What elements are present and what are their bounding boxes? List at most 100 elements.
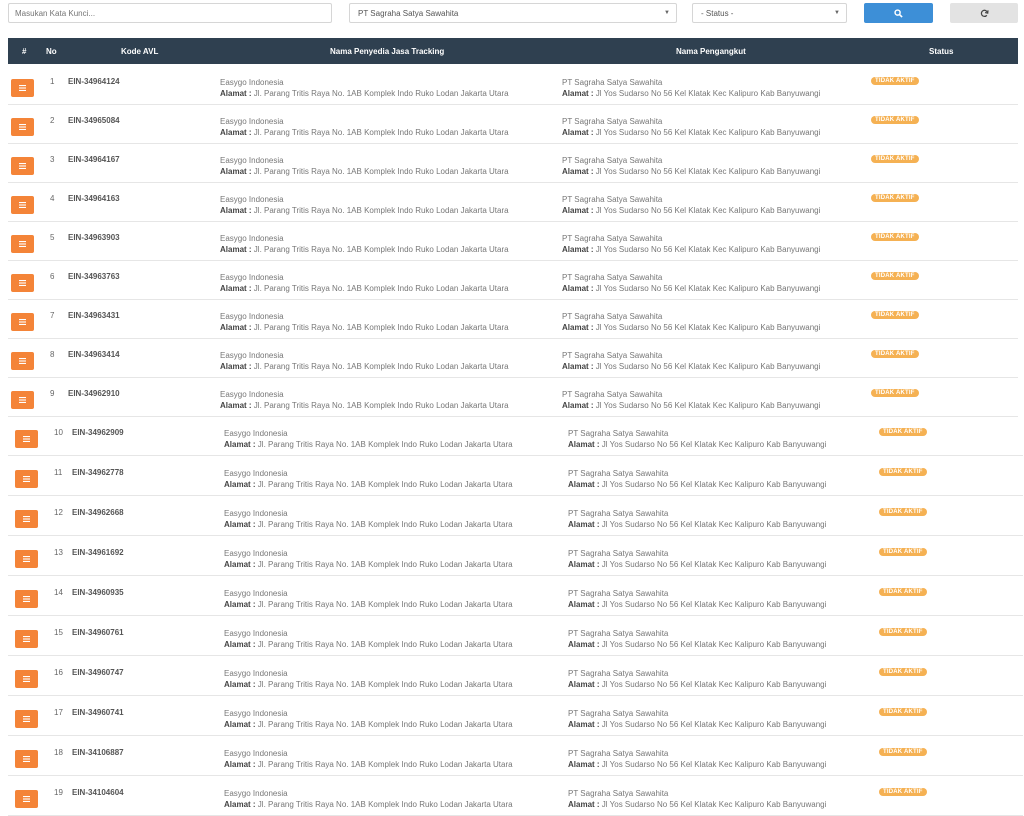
- status-badge: TIDAK AKTIF: [879, 468, 927, 476]
- row-menu-button[interactable]: [11, 274, 34, 292]
- row-menu-button[interactable]: [11, 196, 34, 214]
- table-row: 8 EIN-34963414 Easygo Indonesia Alamat : Jl…: [8, 339, 1018, 378]
- pengangkut-address: Alamat : Jl Yos Sudarso No 56 Kel Klatak…: [568, 520, 827, 529]
- table-row: 18 EIN-34106887 Easygo Indonesia Alamat : J…: [8, 737, 1023, 776]
- row-pengangkut: PT Sagraha Satya Sawahita Alamat : Jl Yos…: [568, 588, 826, 610]
- alamat-label: Alamat :: [220, 245, 252, 254]
- status-badge: TIDAK AKTIF: [871, 311, 919, 319]
- pengangkut-address: Alamat : Jl Yos Sudarso No 56 Kel Klatak…: [562, 89, 821, 98]
- row-pengangkut: PT Sagraha Satya Sawahita Alamat : Jl Yos…: [562, 194, 820, 216]
- alamat-label: Alamat :: [224, 760, 256, 769]
- penyedia-address: Alamat : Jl. Parang Tritis Raya No. 1AB …: [224, 480, 513, 489]
- table-row: 1 EIN-34964124 Easygo Indonesia Alamat : Jl…: [8, 66, 1018, 105]
- penyedia-name: Easygo Indonesia: [224, 669, 288, 678]
- table-row: 14 EIN-34960935 Easygo Indonesia Alamat : J…: [8, 577, 1023, 616]
- row-number: 5: [50, 233, 55, 242]
- pengangkut-address: Alamat : Jl Yos Sudarso No 56 Kel Klatak…: [562, 167, 821, 176]
- row-kode-avl: EIN-34963431: [68, 311, 120, 320]
- status-badge: TIDAK AKTIF: [871, 116, 919, 124]
- status-select[interactable]: - Status - ▼: [692, 3, 847, 23]
- row-pengangkut: PT Sagraha Satya Sawahita Alamat : Jl Yos…: [568, 668, 826, 690]
- row-pengangkut: PT Sagraha Satya Sawahita Alamat : Jl Yos…: [562, 77, 820, 99]
- penyedia-name: Easygo Indonesia: [220, 390, 284, 399]
- pengangkut-address: Alamat : Jl Yos Sudarso No 56 Kel Klatak…: [562, 245, 821, 254]
- pengangkut-name: PT Sagraha Satya Sawahita: [562, 234, 663, 243]
- row-pengangkut: PT Sagraha Satya Sawahita Alamat : Jl Yos…: [568, 508, 826, 530]
- row-menu-button[interactable]: [15, 630, 38, 648]
- penyedia-address: Alamat : Jl. Parang Tritis Raya No. 1AB …: [220, 206, 509, 215]
- row-kode-avl: EIN-34962668: [72, 508, 124, 517]
- menu-icon: [23, 716, 30, 722]
- row-menu-button[interactable]: [15, 710, 38, 728]
- search-icon: [894, 8, 903, 18]
- penyedia-address: Alamat : Jl. Parang Tritis Raya No. 1AB …: [220, 89, 509, 98]
- penyedia-address: Alamat : Jl. Parang Tritis Raya No. 1AB …: [220, 245, 509, 254]
- row-menu-button[interactable]: [11, 391, 34, 409]
- refresh-icon: [980, 9, 989, 17]
- row-menu-button[interactable]: [11, 235, 34, 253]
- row-menu-button[interactable]: [15, 550, 38, 568]
- chevron-down-icon: ▼: [664, 10, 670, 16]
- row-menu-button[interactable]: [15, 510, 38, 528]
- pengangkut-address: Alamat : Jl Yos Sudarso No 56 Kel Klatak…: [562, 362, 821, 371]
- pengangkut-name: PT Sagraha Satya Sawahita: [562, 312, 663, 321]
- reset-button[interactable]: [950, 3, 1018, 23]
- row-menu-button[interactable]: [11, 79, 34, 97]
- row-kode-avl: EIN-34963763: [68, 272, 120, 281]
- row-menu-button[interactable]: [15, 750, 38, 768]
- status-badge: TIDAK AKTIF: [871, 155, 919, 163]
- status-badge: TIDAK AKTIF: [879, 548, 927, 556]
- row-menu-button[interactable]: [11, 118, 34, 136]
- alamat-label: Alamat :: [220, 362, 252, 371]
- row-number: 1: [50, 77, 55, 86]
- alamat-label: Alamat :: [562, 89, 594, 98]
- row-number: 3: [50, 155, 55, 164]
- row-kode-avl: EIN-34963903: [68, 233, 120, 242]
- penyedia-address: Alamat : Jl. Parang Tritis Raya No. 1AB …: [220, 167, 509, 176]
- row-number: 9: [50, 389, 55, 398]
- menu-icon: [19, 202, 26, 208]
- penyedia-name: Easygo Indonesia: [220, 117, 284, 126]
- row-menu-button[interactable]: [15, 670, 38, 688]
- alamat-label: Alamat :: [220, 128, 252, 137]
- alamat-label: Alamat :: [220, 89, 252, 98]
- alamat-label: Alamat :: [568, 560, 600, 569]
- pengangkut-address: Alamat : Jl Yos Sudarso No 56 Kel Klatak…: [568, 640, 827, 649]
- alamat-label: Alamat :: [224, 560, 256, 569]
- menu-icon: [19, 85, 26, 91]
- pengangkut-name: PT Sagraha Satya Sawahita: [562, 195, 663, 204]
- row-menu-button[interactable]: [15, 470, 38, 488]
- table-row: 19 EIN-34104604 Easygo Indonesia Alamat : J…: [8, 777, 1023, 816]
- row-menu-button[interactable]: [15, 590, 38, 608]
- alamat-label: Alamat :: [562, 284, 594, 293]
- row-pengangkut: PT Sagraha Satya Sawahita Alamat : Jl Yos…: [568, 468, 826, 490]
- row-menu-button[interactable]: [11, 157, 34, 175]
- header-no: No: [46, 47, 57, 56]
- row-kode-avl: EIN-34106887: [72, 748, 124, 757]
- menu-icon: [19, 163, 26, 169]
- pengangkut-name: PT Sagraha Satya Sawahita: [562, 390, 663, 399]
- status-badge: TIDAK AKTIF: [871, 350, 919, 358]
- alamat-label: Alamat :: [224, 480, 256, 489]
- search-button[interactable]: [864, 3, 933, 23]
- penyedia-address: Alamat : Jl. Parang Tritis Raya No. 1AB …: [224, 520, 513, 529]
- row-pengangkut: PT Sagraha Satya Sawahita Alamat : Jl Yos…: [562, 311, 820, 333]
- penyedia-name: Easygo Indonesia: [220, 234, 284, 243]
- company-select[interactable]: PT Sagraha Satya Sawahita ▼: [349, 3, 677, 23]
- row-menu-button[interactable]: [11, 313, 34, 331]
- table-row: 2 EIN-34965084 Easygo Indonesia Alamat : Jl…: [8, 105, 1018, 144]
- row-menu-button[interactable]: [15, 790, 38, 808]
- search-input[interactable]: [8, 3, 332, 23]
- alamat-label: Alamat :: [220, 206, 252, 215]
- alamat-label: Alamat :: [568, 640, 600, 649]
- penyedia-name: Easygo Indonesia: [224, 789, 288, 798]
- row-pengangkut: PT Sagraha Satya Sawahita Alamat : Jl Yos…: [568, 748, 826, 770]
- status-badge: TIDAK AKTIF: [871, 77, 919, 85]
- row-kode-avl: EIN-34964124: [68, 77, 120, 86]
- row-penyedia: Easygo Indonesia Alamat : Jl. Parang Trit…: [220, 311, 509, 333]
- menu-icon: [23, 516, 30, 522]
- pengangkut-name: PT Sagraha Satya Sawahita: [568, 629, 669, 638]
- menu-icon: [23, 476, 30, 482]
- row-menu-button[interactable]: [11, 352, 34, 370]
- row-menu-button[interactable]: [15, 430, 38, 448]
